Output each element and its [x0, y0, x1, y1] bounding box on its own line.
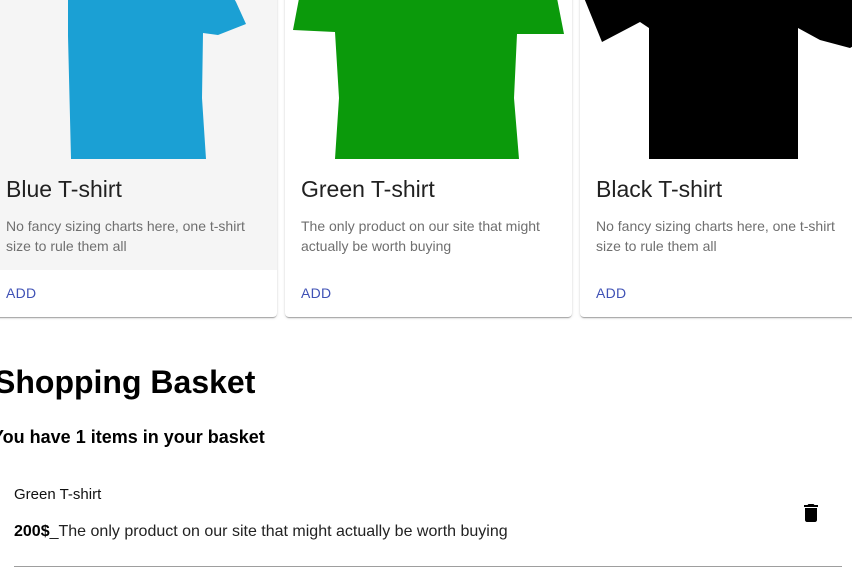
product-description: No fancy sizing charts here, one t-shirt…	[6, 218, 245, 254]
product-image-green-tshirt	[285, 0, 572, 159]
tshirt-shape	[68, 0, 246, 159]
product-description: The only product on our site that might …	[301, 218, 540, 254]
basket-item-divider	[14, 566, 842, 567]
basket-item-name: Green T-shirt	[14, 486, 102, 503]
basket-item-details: 200$_The only product on our site that m…	[14, 523, 508, 541]
add-to-basket-button[interactable]: ADD	[301, 285, 331, 301]
product-title: Black T-shirt	[596, 176, 723, 202]
product-title: Blue T-shirt	[6, 176, 122, 202]
product-description: No fancy sizing charts here, one t-shirt…	[596, 218, 835, 254]
product-image-black-tshirt	[580, 0, 852, 159]
tshirt-shape	[293, 0, 564, 159]
product-card-green-tshirt: Green T-shirt The only product on our si…	[285, 0, 572, 317]
product-card-action-area[interactable]: Blue T-shirt No fancy sizing charts here…	[0, 0, 277, 270]
delete-item-button[interactable]	[799, 501, 823, 525]
basket-heading: Shopping Basket	[0, 364, 256, 400]
add-to-basket-button[interactable]: ADD	[6, 285, 36, 301]
product-card-blue-tshirt: Blue T-shirt No fancy sizing charts here…	[0, 0, 277, 317]
product-card-black-tshirt: Black T-shirt No fancy sizing charts her…	[580, 0, 852, 317]
product-image-blue-tshirt	[0, 0, 277, 159]
basket-item-count: You have 1 items in your basket	[0, 427, 265, 447]
product-card-action-area[interactable]: Black T-shirt No fancy sizing charts her…	[580, 0, 852, 270]
product-title: Green T-shirt	[301, 176, 435, 202]
basket-item-price: 200$	[14, 523, 50, 540]
basket-item-description: The only product on our site that might …	[58, 523, 508, 540]
trash-icon	[804, 504, 818, 522]
tshirt-shape	[584, 0, 852, 159]
add-to-basket-button[interactable]: ADD	[596, 285, 626, 301]
basket-item-separator: _	[49, 523, 59, 540]
product-card-action-area[interactable]: Green T-shirt The only product on our si…	[285, 0, 572, 270]
